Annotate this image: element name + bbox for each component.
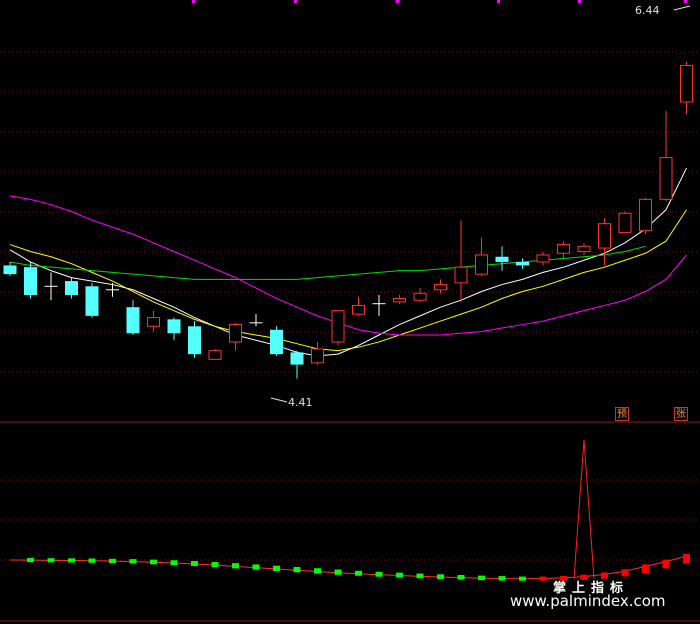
candle-body (147, 317, 160, 327)
ma-line (9, 167, 687, 357)
candle-body (413, 292, 427, 301)
indicator-bar (396, 572, 403, 578)
indicator-bar (375, 571, 383, 577)
candle-body (454, 266, 468, 284)
indicator-spike (573, 439, 595, 579)
indicator-bar (211, 562, 219, 568)
candle-body (536, 254, 550, 263)
candle-body (311, 348, 324, 364)
indicator-bar (191, 561, 198, 566)
indicator-bar (498, 576, 506, 581)
candle-body (495, 256, 509, 262)
indicator-bar (539, 576, 547, 581)
indicator-bar (129, 559, 137, 564)
indicator-bar (334, 569, 342, 575)
candle-body (516, 261, 529, 266)
candle-body (290, 352, 304, 365)
candle-body (659, 157, 673, 200)
candle-body (24, 267, 37, 295)
candle-body (557, 244, 570, 254)
indicator-bar (68, 558, 75, 563)
indicator-bar (150, 559, 157, 565)
candle-body (598, 223, 611, 249)
candlesticks (3, 61, 693, 379)
candle-body (475, 254, 488, 275)
moving-average-lines (9, 167, 687, 357)
indicator-bar (457, 574, 465, 580)
indicator-bar (621, 569, 629, 577)
candle-body (3, 265, 17, 275)
chart-grid (0, 51, 700, 622)
candle-body (434, 284, 447, 291)
ma-line (9, 209, 687, 352)
top-markers (192, 0, 687, 3)
indicator-bar (642, 564, 649, 574)
indicator-bar (273, 565, 280, 571)
indicator-bar (416, 573, 424, 579)
low-price-label: 4.41 (288, 396, 313, 409)
high-pointer (673, 5, 691, 11)
indicator-bar (170, 560, 178, 566)
top-marker (684, 0, 687, 3)
indicator-bar (88, 558, 96, 563)
candle-body (188, 326, 201, 355)
low-pointer (270, 397, 288, 403)
indicator-bar (252, 564, 260, 570)
top-marker (497, 0, 500, 3)
indicator-bar (519, 576, 526, 581)
candle-body (126, 307, 140, 334)
top-marker (396, 0, 399, 3)
indicator-bar (27, 558, 34, 563)
indicator-bar (109, 558, 116, 564)
forecast-badge[interactable]: 预 (615, 407, 629, 421)
top-marker (578, 0, 581, 3)
indicator-bar (355, 570, 362, 576)
candle-body (270, 329, 283, 355)
candle-body (331, 310, 345, 343)
indicator-bar (47, 558, 55, 563)
rise-badge[interactable]: 张 (674, 407, 688, 421)
candle-body (65, 281, 78, 295)
candle-body (85, 286, 99, 316)
indicator-bar (293, 566, 301, 573)
ma-line (9, 195, 687, 336)
top-marker (294, 0, 297, 3)
candle-body (393, 297, 406, 303)
indicator-bar (314, 568, 321, 574)
candle-body (229, 324, 242, 343)
candle-body (680, 64, 693, 103)
candle-body (167, 319, 181, 334)
top-marker (192, 0, 195, 3)
candle-body (208, 350, 222, 360)
indicator-bar (232, 563, 239, 569)
ma-line (9, 245, 646, 280)
indicator-bar (478, 575, 485, 581)
watermark-url: www.palmindex.com (510, 592, 666, 610)
indicator-bar (683, 554, 690, 564)
indicator-bar (662, 559, 670, 569)
stock-chart (0, 0, 700, 622)
candle-body (639, 198, 652, 232)
high-price-label: 6.44 (635, 4, 660, 17)
indicator-bar (437, 574, 444, 579)
candle-body (352, 304, 365, 315)
candle-body (577, 245, 591, 253)
candle-body (618, 212, 632, 233)
